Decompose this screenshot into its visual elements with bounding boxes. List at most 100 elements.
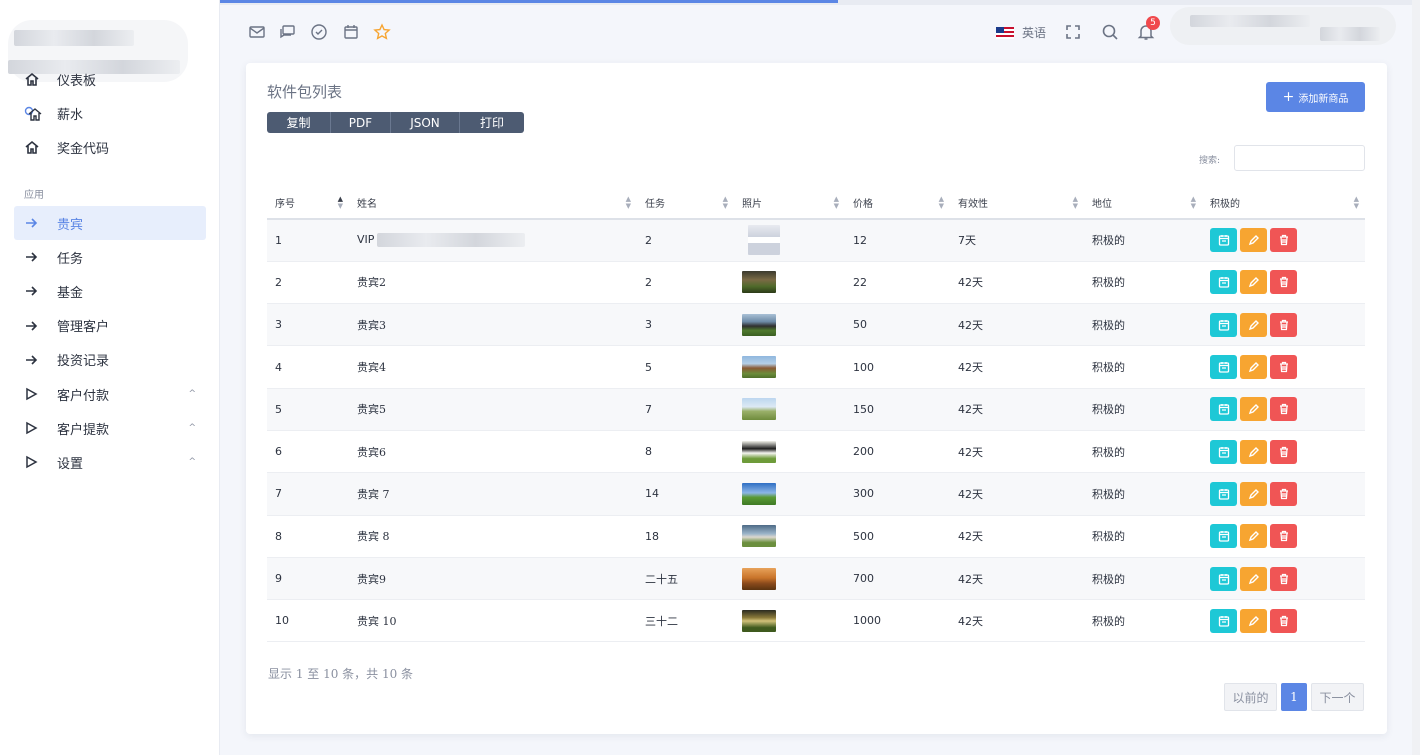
play-outline-icon (24, 387, 48, 401)
search-icon[interactable] (1101, 23, 1119, 41)
sidebar-item-label: 任务 (57, 251, 84, 267)
check-circle-icon[interactable] (310, 23, 328, 41)
sort-icon: ▲ ▼ (625, 195, 631, 210)
cell-task: 3 (637, 303, 734, 347)
delete-button[interactable] (1270, 228, 1297, 253)
edit-button[interactable] (1240, 312, 1267, 337)
add-button-label: 添加新商品 (1298, 93, 1349, 105)
sidebar-item-app-7[interactable]: 设置 ^ (14, 445, 206, 479)
name-redacted (377, 233, 526, 248)
sidebar-item-app-5[interactable]: 客户付款 ^ (14, 377, 206, 411)
language-selector[interactable]: 英语 (996, 24, 1046, 41)
cell-validity: 42天 (950, 261, 1084, 305)
sidebar-item-app-6[interactable]: 客户提款 ^ (14, 411, 206, 445)
mail-icon[interactable] (248, 23, 266, 41)
column-header-5[interactable]: 有效性 ▲ ▼ (950, 187, 1084, 220)
sidebar-item-app-1[interactable]: 任务 (14, 240, 206, 274)
sidebar-item-label: 奖金代码 (57, 141, 110, 157)
delete-button[interactable] (1270, 481, 1297, 506)
fullscreen-icon[interactable] (1064, 23, 1082, 41)
delete-button[interactable] (1270, 270, 1297, 295)
window-scrollbar[interactable] (1412, 0, 1420, 755)
view-button[interactable] (1210, 270, 1237, 295)
delete-button[interactable] (1270, 439, 1297, 464)
cell-actions (1202, 219, 1365, 262)
view-button[interactable] (1210, 439, 1237, 464)
sidebar-item-main-1[interactable]: 薪水 (14, 96, 206, 130)
sidebar-item-app-4[interactable]: 投资记录 (14, 343, 206, 377)
table-row: 10 贵宾 10 三十二 1000 42天 积极的 (267, 599, 1365, 643)
add-new-item-button[interactable]: + 添加新商品 (1266, 82, 1365, 112)
search-input[interactable] (1234, 145, 1365, 171)
edit-button[interactable] (1240, 397, 1267, 422)
column-header-2[interactable]: 任务 ▲ ▼ (637, 187, 734, 220)
delete-button[interactable] (1270, 355, 1297, 380)
previous-page-button[interactable]: 以前的 (1224, 683, 1277, 711)
column-header-6[interactable]: 地位 ▲ ▼ (1084, 187, 1202, 220)
view-button[interactable] (1210, 355, 1237, 380)
sidebar-item-label: 基金 (57, 285, 84, 301)
cell-task: 8 (637, 430, 734, 474)
sidebar-item-label: 仪表板 (57, 73, 97, 89)
cell-price: 12 (845, 219, 950, 262)
sidebar-item-label: 管理客户 (57, 320, 110, 336)
edit-button[interactable] (1240, 355, 1267, 380)
package-photo-thumbnail (742, 525, 776, 548)
play-outline-icon (24, 455, 48, 469)
next-page-button[interactable]: 下一个 (1311, 683, 1364, 711)
package-photo-thumbnail (742, 271, 776, 294)
edit-button[interactable] (1240, 566, 1267, 591)
column-header-0[interactable]: 序号 ▲ ▼ (267, 187, 349, 220)
cell-photo (734, 303, 845, 347)
delete-button[interactable] (1270, 566, 1297, 591)
sidebar-item-label: 客户提款 (57, 422, 110, 438)
column-header-1[interactable]: 姓名 ▲ ▼ (349, 187, 637, 220)
delete-button[interactable] (1270, 397, 1297, 422)
sidebar-item-app-2[interactable]: 基金 (14, 274, 206, 308)
sidebar-item-main-2[interactable]: 奖金代码 (14, 130, 206, 164)
edit-button[interactable] (1240, 481, 1267, 506)
json-button[interactable]: JSON (391, 112, 460, 133)
edit-button[interactable] (1240, 608, 1267, 633)
view-button[interactable] (1210, 397, 1237, 422)
column-header-3[interactable]: 照片 ▲ ▼ (734, 187, 845, 220)
print-button[interactable]: 打印 (460, 112, 524, 133)
column-header-7[interactable]: 积极的 ▲ ▼ (1202, 187, 1365, 220)
cell-actions (1202, 599, 1365, 643)
cell-task: 18 (637, 515, 734, 558)
edit-button[interactable] (1240, 270, 1267, 295)
cell-status: 积极的 (1084, 345, 1202, 389)
user-profile-redacted[interactable] (1170, 7, 1396, 45)
calendar-icon[interactable] (342, 23, 360, 41)
star-icon[interactable] (373, 23, 391, 41)
delete-button[interactable] (1270, 524, 1297, 549)
view-button[interactable] (1210, 566, 1237, 591)
pdf-button[interactable]: PDF (331, 112, 391, 133)
column-header-label: 积极的 (1210, 199, 1240, 210)
arrow-right-icon (24, 284, 48, 298)
delete-button[interactable] (1270, 312, 1297, 337)
view-button[interactable] (1210, 481, 1237, 506)
page-1-button[interactable]: 1 (1281, 683, 1307, 711)
sidebar-item-main-0[interactable]: 仪表板 (14, 62, 206, 96)
view-button[interactable] (1210, 228, 1237, 253)
copy-button[interactable]: 复制 (267, 112, 331, 133)
sidebar-item-label: 设置 (57, 456, 84, 472)
sidebar-item-app-0[interactable]: 贵宾 (14, 206, 206, 240)
column-header-4[interactable]: 价格 ▲ ▼ (845, 187, 950, 220)
view-button[interactable] (1210, 312, 1237, 337)
view-button[interactable] (1210, 608, 1237, 633)
delete-button[interactable] (1270, 608, 1297, 633)
cell-no: 10 (267, 599, 349, 643)
sidebar-item-app-3[interactable]: 管理客户 (14, 309, 206, 343)
cell-no: 3 (267, 303, 349, 347)
view-button[interactable] (1210, 524, 1237, 549)
cell-no: 1 (267, 219, 349, 262)
chat-icon[interactable] (279, 23, 297, 41)
edit-button[interactable] (1240, 228, 1267, 253)
edit-button[interactable] (1240, 524, 1267, 549)
edit-button[interactable] (1240, 439, 1267, 464)
home-icon (24, 139, 48, 155)
chevron-up-icon: ^ (188, 423, 196, 434)
cell-validity: 42天 (950, 515, 1084, 558)
